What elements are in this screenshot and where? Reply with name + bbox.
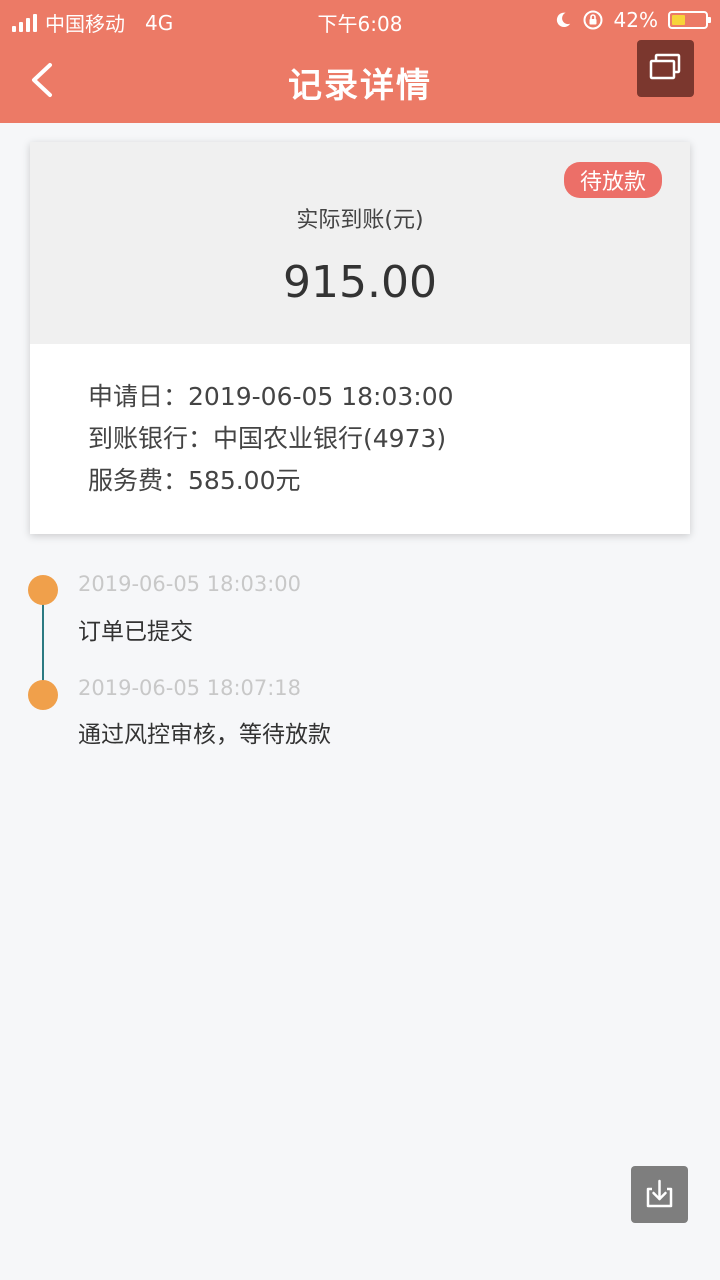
timeline-time: 2019-06-05 18:03:00 xyxy=(78,572,302,596)
download-icon xyxy=(646,1179,673,1208)
nav-bar: 记录详情 xyxy=(0,40,720,123)
record-card: 待放款 实际到账(元) 915.00 申请日：2019-06-05 18:03:… xyxy=(30,142,690,534)
battery-percentage: 42% xyxy=(613,8,658,32)
window-button[interactable] xyxy=(637,40,694,97)
timeline-time: 2019-06-05 18:07:18 xyxy=(78,676,302,700)
status-bar: 中国移动 4G 下午6:08 42% xyxy=(0,0,720,40)
timeline-description: 订单已提交 xyxy=(78,619,193,645)
amount-section: 待放款 实际到账(元) 915.00 xyxy=(30,142,690,344)
page-title: 记录详情 xyxy=(288,66,432,106)
timeline-line xyxy=(42,590,44,694)
detail-service-fee: 服务费：585.00元 xyxy=(88,466,301,495)
detail-bank: 到账银行：中国农业银行(4973) xyxy=(88,424,447,453)
status-badge: 待放款 xyxy=(563,162,662,198)
card-details: 申请日：2019-06-05 18:03:00 到账银行：中国农业银行(4973… xyxy=(88,376,454,502)
amount-label: 实际到账(元) xyxy=(296,208,424,233)
windows-icon xyxy=(649,53,681,80)
header: 中国移动 4G 下午6:08 42% 记录详情 xyxy=(0,0,720,123)
timeline-dot xyxy=(28,575,58,605)
timeline-description: 通过风控审核，等待放款 xyxy=(78,722,331,748)
moon-icon xyxy=(556,12,570,28)
amount-value: 915.00 xyxy=(283,257,437,308)
battery-icon xyxy=(668,11,711,29)
download-button[interactable] xyxy=(631,1166,688,1223)
rotation-lock-icon xyxy=(583,10,603,30)
status-right: 42% xyxy=(554,8,711,32)
progress-timeline: 2019-06-05 18:03:00 订单已提交 2019-06-05 18:… xyxy=(28,570,688,750)
detail-apply-date: 申请日：2019-06-05 18:03:00 xyxy=(88,382,454,411)
timeline-dot xyxy=(28,680,58,710)
